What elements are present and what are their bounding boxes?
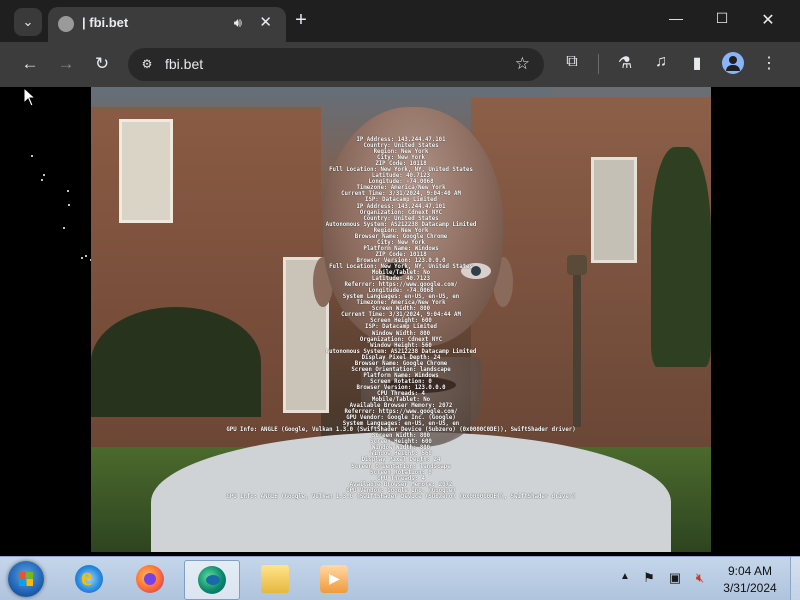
back-button[interactable]: ← [18, 52, 42, 76]
action-center-flag-icon[interactable]: ⚑ [641, 570, 657, 586]
info-line: GPU Info: ANGLE (Google, Vulkan 1.3.0 (S… [226, 493, 576, 500]
speaker-icon[interactable]: 🔊︎ [234, 15, 242, 31]
taskbar-app-internet-explorer[interactable] [62, 560, 116, 598]
plus-icon: + [295, 9, 307, 31]
mouse-cursor-icon [23, 87, 37, 107]
tab-active[interactable]: | fbi.bet 🔊︎ ✕ [48, 7, 286, 42]
reload-icon: ↻ [94, 54, 110, 73]
tab-search-button[interactable]: ⌄ [14, 8, 42, 36]
show-desktop-button[interactable] [790, 557, 800, 600]
globe-icon [58, 16, 74, 32]
show-hidden-icons-icon[interactable]: ▲ [620, 571, 630, 582]
edge-icon [198, 566, 226, 594]
puzzle-icon[interactable]: ⧉ [561, 53, 583, 71]
taskbar: ▲ ⚑ ▣ 🔇︎ 9:04 AM 3/31/2024 [0, 556, 800, 600]
window-close-button[interactable]: ✕ [758, 10, 778, 30]
new-tab-button[interactable]: + [290, 9, 312, 32]
tab-title: | fbi.bet [82, 15, 129, 30]
kebab-menu-icon[interactable]: ⋮ [758, 53, 780, 73]
star-icon[interactable]: ☆ [515, 54, 530, 74]
media-control-icon[interactable]: ♫ [650, 53, 672, 71]
minimize-button[interactable]: — [666, 10, 686, 26]
web-page: IP Address: 143.244.47.101 Country: Unite… [10, 87, 792, 552]
profile-icon[interactable] [722, 52, 744, 74]
taskbar-app-file-explorer[interactable] [248, 560, 302, 598]
clock-date[interactable]: 3/31/2024 [715, 581, 785, 595]
reload-button[interactable]: ↻ [90, 52, 114, 76]
address-bar[interactable]: ⚙︎ fbi.bet ☆ [128, 48, 544, 81]
start-button[interactable] [8, 561, 44, 597]
internet-explorer-icon [75, 562, 103, 593]
side-panel-icon[interactable]: ▮ [686, 53, 708, 73]
chevron-down-icon: ⌄ [22, 14, 34, 29]
close-icon[interactable]: ✕ [259, 13, 272, 31]
taskbar-app-media-player[interactable] [307, 560, 361, 598]
media-player-icon [320, 565, 348, 593]
taskbar-app-firefox[interactable] [123, 560, 177, 598]
taskbar-app-edge[interactable] [184, 560, 240, 600]
browser-toolbar: ← → ↻ ⚙︎ fbi.bet ☆ ⧉ ⚗︎ ♫ ▮ ⋮ [0, 42, 800, 87]
file-explorer-icon [261, 565, 289, 593]
arrow-right-icon: → [57, 54, 75, 73]
flask-icon[interactable]: ⚗︎ [614, 53, 636, 73]
maximize-button[interactable]: ☐ [712, 10, 732, 27]
toolbar-divider [598, 54, 599, 74]
forward-button[interactable]: → [54, 52, 78, 76]
url-text[interactable]: fbi.bet [165, 56, 203, 72]
network-icon[interactable]: ▣ [667, 570, 683, 586]
volume-muted-icon[interactable]: 🔇︎ [692, 570, 708, 586]
tab-bar: ⌄ | fbi.bet 🔊︎ ✕ + — ☐ ✕ [0, 0, 800, 42]
firefox-icon [136, 565, 164, 593]
tune-icon[interactable]: ⚙︎ [136, 53, 158, 75]
visitor-info-overlay: IP Address: 143.244.47.101 Country: Unite… [10, 137, 792, 500]
arrow-left-icon: ← [21, 54, 39, 73]
clock-time[interactable]: 9:04 AM [715, 564, 785, 578]
